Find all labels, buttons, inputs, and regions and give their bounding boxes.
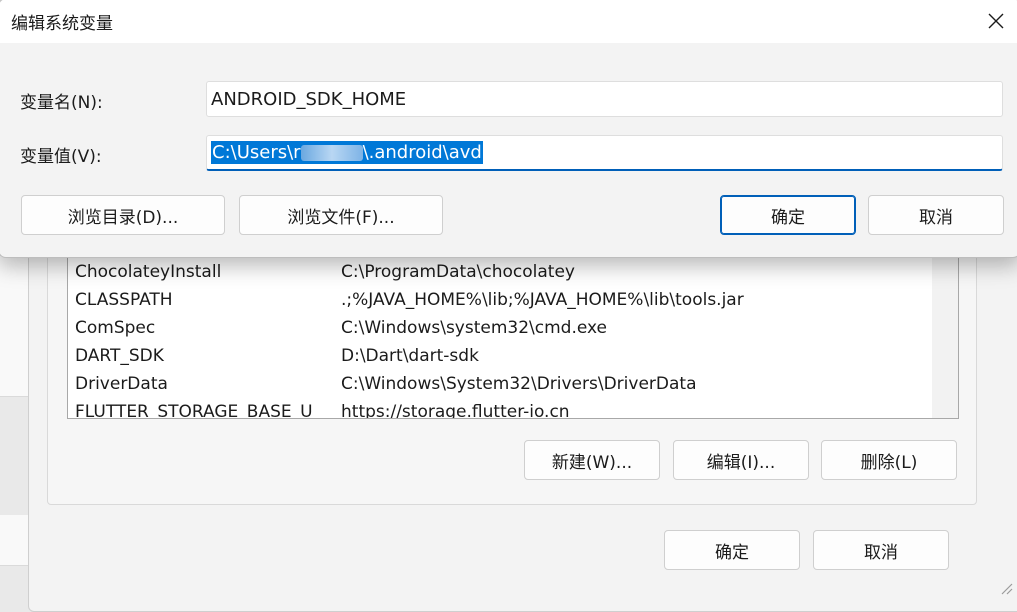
variable-value-input[interactable]: C:\Users\r \.android\avd xyxy=(206,135,1003,171)
dialog-title: 编辑系统变量 xyxy=(11,14,113,34)
redacted-username xyxy=(300,145,363,161)
dialog-titlebar: 编辑系统变量 xyxy=(0,0,1017,43)
background-strip-bottom xyxy=(0,515,28,566)
variable-value-label: 变量值(V): xyxy=(20,147,102,167)
variable-name-value: ANDROID_SDK_HOME xyxy=(211,88,407,110)
edit-system-variable-dialog: 编辑系统变量 变量名(N): ANDROID_SDK_HOME 变量值(V): … xyxy=(0,0,1017,258)
variable-value: C:\Windows\system32\cmd.exe xyxy=(341,318,608,338)
table-row[interactable]: FLUTTER_STORAGE_BASE_U https://storage.f… xyxy=(68,399,928,419)
variable-name: ComSpec xyxy=(75,318,156,338)
variable-name: DART_SDK xyxy=(75,346,164,366)
system-variables-list[interactable]: ChocolateyInstall C:\ProgramData\chocola… xyxy=(67,250,959,419)
delete-variable-button[interactable]: 删除(L) xyxy=(821,440,957,480)
back-ok-button[interactable]: 确定 xyxy=(664,530,800,570)
background-strip-top xyxy=(0,256,28,397)
browse-file-button[interactable]: 浏览文件(F)... xyxy=(239,195,443,235)
close-icon xyxy=(988,13,1004,29)
variable-value: https://storage.flutter-io.cn xyxy=(341,402,570,419)
variable-value: D:\Dart\dart-sdk xyxy=(341,346,479,366)
list-scrollbar[interactable] xyxy=(932,251,958,418)
edit-variable-button[interactable]: 编辑(I)... xyxy=(673,440,809,480)
variable-name: FLUTTER_STORAGE_BASE_U xyxy=(75,402,313,419)
resize-grip-icon[interactable] xyxy=(999,580,1013,595)
variable-value: .;%JAVA_HOME%\lib;%JAVA_HOME%\lib\tools.… xyxy=(341,290,744,310)
selected-value-text: C:\Users\r \.android\avd xyxy=(211,141,483,164)
back-cancel-button[interactable]: 取消 xyxy=(813,530,949,570)
variable-value: C:\Windows\System32\Drivers\DriverData xyxy=(341,374,697,394)
close-button[interactable] xyxy=(980,5,1012,37)
variable-name: DriverData xyxy=(75,374,168,394)
variable-name: ChocolateyInstall xyxy=(75,262,222,282)
value-suffix: \.android\avd xyxy=(362,142,482,163)
variable-name-input[interactable]: ANDROID_SDK_HOME xyxy=(206,81,1003,117)
table-row[interactable]: ChocolateyInstall C:\ProgramData\chocola… xyxy=(68,259,928,287)
table-row[interactable]: DriverData C:\Windows\System32\Drivers\D… xyxy=(68,371,928,399)
new-variable-button[interactable]: 新建(W)... xyxy=(524,440,660,480)
value-prefix: C:\Users\r xyxy=(212,142,301,163)
browse-directory-button[interactable]: 浏览目录(D)... xyxy=(21,195,225,235)
table-row[interactable]: CLASSPATH .;%JAVA_HOME%\lib;%JAVA_HOME%\… xyxy=(68,287,928,315)
variable-value: C:\ProgramData\chocolatey xyxy=(341,262,575,282)
cancel-button[interactable]: 取消 xyxy=(868,195,1004,235)
variable-name: CLASSPATH xyxy=(75,290,173,310)
table-row[interactable]: DART_SDK D:\Dart\dart-sdk xyxy=(68,343,928,371)
table-row[interactable]: ComSpec C:\Windows\system32\cmd.exe xyxy=(68,315,928,343)
ok-button[interactable]: 确定 xyxy=(720,195,856,235)
variable-name-label: 变量名(N): xyxy=(20,93,103,113)
